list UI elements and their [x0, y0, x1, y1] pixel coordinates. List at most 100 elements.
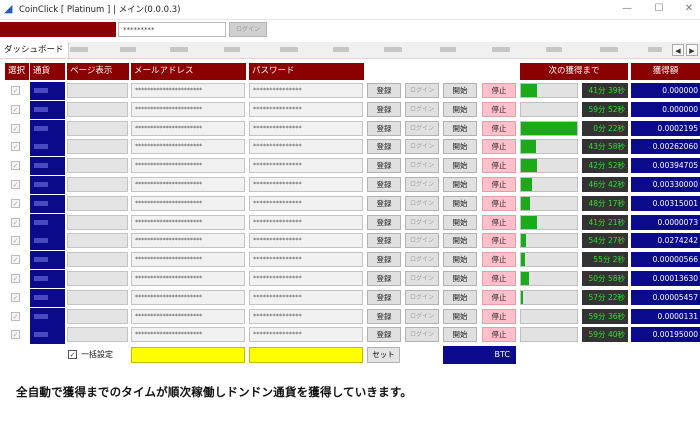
email-field[interactable]: ********************** [131, 120, 245, 136]
start-button[interactable]: 開始 [443, 271, 477, 286]
stop-button[interactable]: 停止 [482, 214, 516, 230]
password-field[interactable]: *************** [249, 214, 363, 230]
page-view-cell[interactable] [67, 214, 128, 230]
tab-hidden[interactable] [170, 47, 188, 52]
password-field[interactable]: *************** [249, 177, 363, 192]
page-view-cell[interactable] [67, 289, 128, 305]
currency-selector[interactable]: BTC [443, 346, 516, 364]
row-select-checkbox[interactable]: ✓ [11, 104, 20, 114]
page-view-cell[interactable] [67, 195, 128, 211]
row-select-checkbox[interactable]: ✓ [11, 236, 20, 246]
stop-button[interactable]: 停止 [482, 308, 516, 324]
bulk-password-input[interactable] [249, 347, 363, 363]
register-button[interactable]: 登録 [367, 233, 401, 249]
row-select-checkbox[interactable]: ✓ [11, 274, 20, 283]
email-field[interactable]: ********************** [131, 158, 245, 174]
stop-button[interactable]: 停止 [482, 271, 516, 286]
tab-hidden[interactable] [224, 47, 240, 52]
tab-hidden[interactable] [440, 47, 456, 52]
page-view-cell[interactable] [67, 158, 128, 174]
register-button[interactable]: 登録 [367, 139, 401, 155]
login-button[interactable]: ログイン [405, 83, 439, 98]
register-button[interactable]: 登録 [367, 252, 401, 268]
login-button[interactable]: ログイン [405, 308, 439, 324]
tab-hidden[interactable] [333, 47, 349, 52]
stop-button[interactable]: 停止 [482, 120, 516, 136]
minimize-icon[interactable]: — [620, 2, 634, 16]
stop-button[interactable]: 停止 [482, 177, 516, 192]
stop-button[interactable]: 停止 [482, 252, 516, 268]
email-field[interactable]: ********************** [131, 289, 245, 305]
page-view-cell[interactable] [67, 139, 128, 155]
register-button[interactable]: 登録 [367, 120, 401, 136]
email-field[interactable]: ********************** [131, 327, 245, 343]
start-button[interactable]: 開始 [443, 308, 477, 324]
tab-hidden[interactable] [120, 47, 136, 52]
start-button[interactable]: 開始 [443, 139, 477, 155]
row-select-checkbox[interactable]: ✓ [11, 180, 20, 189]
email-field[interactable]: ********************** [131, 271, 245, 286]
maximize-icon[interactable]: ☐ [652, 2, 666, 16]
email-field[interactable]: ********************** [131, 101, 245, 117]
stop-button[interactable]: 停止 [482, 233, 516, 249]
register-button[interactable]: 登録 [367, 177, 401, 192]
login-button[interactable]: ログイン [405, 233, 439, 249]
email-field[interactable]: ********************** [131, 233, 245, 249]
register-button[interactable]: 登録 [367, 83, 401, 98]
password-field[interactable]: *************** [249, 101, 363, 117]
start-button[interactable]: 開始 [443, 158, 477, 174]
email-field[interactable]: ********************** [131, 139, 245, 155]
start-button[interactable]: 開始 [443, 214, 477, 230]
stop-button[interactable]: 停止 [482, 289, 516, 305]
page-view-cell[interactable] [67, 83, 128, 98]
master-login-button[interactable]: ログイン [229, 22, 267, 37]
set-button[interactable]: セット [367, 347, 400, 363]
page-view-cell[interactable] [67, 308, 128, 324]
password-field[interactable]: *************** [249, 233, 363, 249]
tab-dashboard[interactable]: ダッシュボード [0, 42, 69, 58]
row-select-checkbox[interactable]: ✓ [11, 198, 20, 208]
login-button[interactable]: ログイン [405, 120, 439, 136]
stop-button[interactable]: 停止 [482, 158, 516, 174]
login-button[interactable]: ログイン [405, 252, 439, 268]
tab-hidden[interactable] [546, 47, 562, 52]
email-field[interactable]: ********************** [131, 177, 245, 192]
stop-button[interactable]: 停止 [482, 101, 516, 117]
page-view-cell[interactable] [67, 120, 128, 136]
row-select-checkbox[interactable]: ✓ [11, 161, 20, 171]
login-button[interactable]: ログイン [405, 289, 439, 305]
password-field[interactable]: *************** [249, 195, 363, 211]
close-icon[interactable]: ✕ [682, 2, 696, 16]
start-button[interactable]: 開始 [443, 327, 477, 343]
row-select-checkbox[interactable]: ✓ [11, 292, 20, 302]
email-field[interactable]: ********************** [131, 308, 245, 324]
login-button[interactable]: ログイン [405, 271, 439, 286]
email-field[interactable]: ********************** [131, 195, 245, 211]
login-button[interactable]: ログイン [405, 214, 439, 230]
password-field[interactable]: *************** [249, 83, 363, 98]
register-button[interactable]: 登録 [367, 214, 401, 230]
page-view-cell[interactable] [67, 233, 128, 249]
register-button[interactable]: 登録 [367, 195, 401, 211]
register-button[interactable]: 登録 [367, 308, 401, 324]
email-field[interactable]: ********************** [131, 214, 245, 230]
password-field[interactable]: *************** [249, 139, 363, 155]
stop-button[interactable]: 停止 [482, 195, 516, 211]
page-view-cell[interactable] [67, 252, 128, 268]
page-view-cell[interactable] [67, 177, 128, 192]
tab-hidden[interactable] [280, 47, 298, 52]
tab-next-arrow-icon[interactable]: ▶ [686, 44, 698, 56]
bulk-setting-checkbox[interactable]: ✓ [68, 350, 77, 359]
register-button[interactable]: 登録 [367, 101, 401, 117]
password-field[interactable]: *************** [249, 120, 363, 136]
password-field[interactable]: *************** [249, 252, 363, 268]
email-field[interactable]: ********************** [131, 252, 245, 268]
login-button[interactable]: ログイン [405, 195, 439, 211]
register-button[interactable]: 登録 [367, 158, 401, 174]
password-field[interactable]: *************** [249, 289, 363, 305]
row-select-checkbox[interactable]: ✓ [11, 86, 20, 95]
stop-button[interactable]: 停止 [482, 83, 516, 98]
row-select-checkbox[interactable]: ✓ [11, 255, 20, 265]
start-button[interactable]: 開始 [443, 120, 477, 136]
stop-button[interactable]: 停止 [482, 327, 516, 343]
